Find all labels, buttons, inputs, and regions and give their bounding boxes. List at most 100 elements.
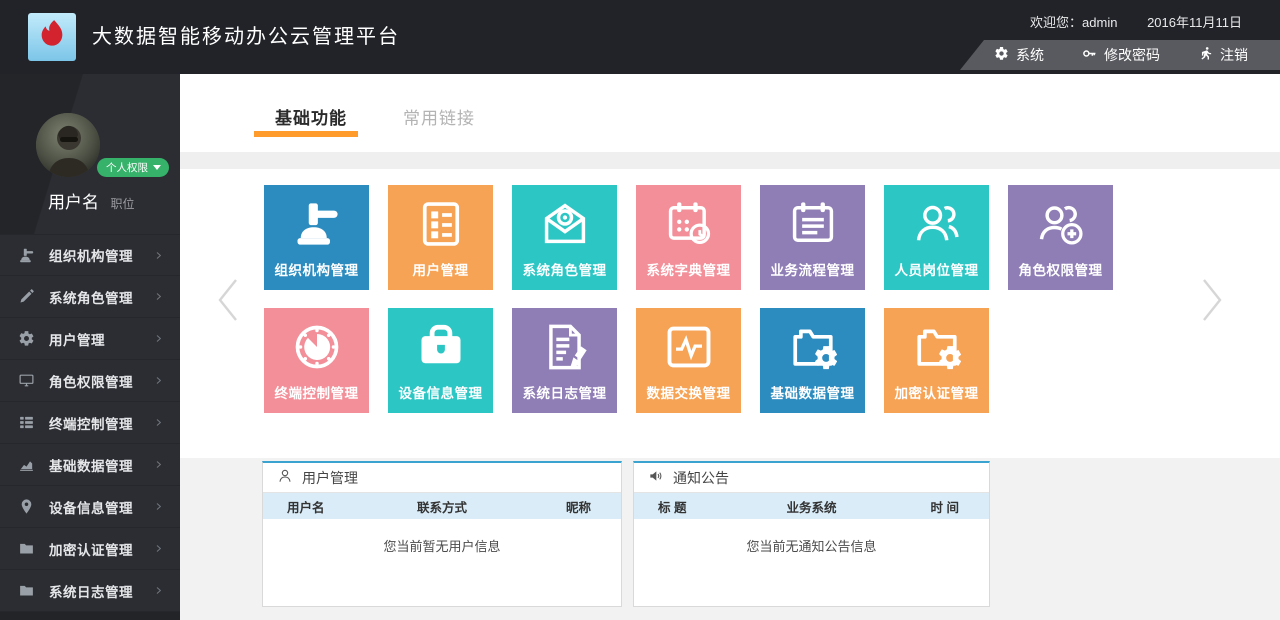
tile-role-permissions[interactable]: 角色权限管理 bbox=[1008, 185, 1113, 290]
sidebar-item-terminal-control[interactable]: 终端控制管理 bbox=[0, 402, 180, 444]
key-icon bbox=[1082, 46, 1097, 64]
welcome-text: 欢迎您：admin bbox=[1030, 15, 1117, 30]
tile-system-dictionary[interactable]: 系统字典管理 bbox=[636, 185, 741, 290]
sidebar-item-label: 系统日志管理 bbox=[49, 581, 154, 601]
flame-logo-icon bbox=[35, 18, 69, 57]
pin-icon bbox=[18, 498, 38, 516]
tab-bar: 基础功能 常用链接 bbox=[180, 74, 1280, 152]
tile-system-logs[interactable]: 系统日志管理 bbox=[512, 308, 617, 413]
briefcase-icon bbox=[388, 318, 493, 376]
sidebar-menu: 组织机构管理 系统角色管理 用户管理 角色权限管理 终端控制管理 bbox=[0, 234, 180, 612]
logout-label: 注销 bbox=[1220, 45, 1248, 65]
system-button[interactable]: 系统 bbox=[994, 45, 1044, 65]
chart-icon bbox=[18, 456, 38, 474]
bottom-panels-band: 用户管理 用户名 联系方式 昵称 您当前暂无用户信息 通知公告 标 题 业务系统… bbox=[180, 458, 1280, 620]
grid-icon bbox=[18, 414, 38, 432]
tiles-row-1: 组织机构管理 用户管理 系统角色管理 系统字典管理 业务流程管理 人员岗位管理 bbox=[264, 185, 1113, 290]
header-bar: 大数据智能移动办公云管理平台 欢迎您：admin 2016年11月11日 系统 … bbox=[0, 0, 1280, 74]
personal-permission-dropdown[interactable]: 个人权限 bbox=[97, 158, 169, 177]
column-username: 用户名 bbox=[277, 497, 376, 516]
sidebar-item-base-data[interactable]: 基础数据管理 bbox=[0, 444, 180, 486]
tile-org-management[interactable]: 组织机构管理 bbox=[264, 185, 369, 290]
sidebar-item-user-management[interactable]: 用户管理 bbox=[0, 318, 180, 360]
app-logo bbox=[28, 13, 76, 61]
chevron-right-icon bbox=[154, 459, 163, 470]
tab-basic-functions[interactable]: 基础功能 bbox=[275, 104, 347, 129]
column-business-system: 业务系统 bbox=[746, 497, 877, 516]
tile-encryption-auth[interactable]: 加密认证管理 bbox=[884, 308, 989, 413]
gear-icon bbox=[18, 330, 38, 348]
tile-label: 人员岗位管理 bbox=[884, 259, 989, 279]
notices-table-header: 标 题 业务系统 时 间 bbox=[634, 493, 989, 519]
active-tab-underline bbox=[254, 131, 358, 137]
sidebar-item-system-logs[interactable]: 系统日志管理 bbox=[0, 570, 180, 612]
doc-pen-icon bbox=[512, 318, 617, 376]
sidebar-item-device-info[interactable]: 设备信息管理 bbox=[0, 486, 180, 528]
tile-label: 终端控制管理 bbox=[264, 382, 369, 402]
tile-terminal-control[interactable]: 终端控制管理 bbox=[264, 308, 369, 413]
folder-icon bbox=[18, 540, 38, 558]
column-time: 时 间 bbox=[877, 497, 975, 516]
sidebar-item-role-permissions[interactable]: 角色权限管理 bbox=[0, 360, 180, 402]
people-plus-icon bbox=[1008, 195, 1113, 253]
gear-icon bbox=[994, 46, 1009, 64]
tile-label: 基础数据管理 bbox=[760, 382, 865, 402]
sidebar: 个人权限 用户名 职位 组织机构管理 系统角色管理 用户管理 bbox=[0, 74, 180, 620]
checklist-icon bbox=[388, 195, 493, 253]
app-title: 大数据智能移动办公云管理平台 bbox=[92, 0, 400, 74]
sidebar-item-org-management[interactable]: 组织机构管理 bbox=[0, 234, 180, 276]
tile-business-process[interactable]: 业务流程管理 bbox=[760, 185, 865, 290]
welcome-line: 欢迎您：admin 2016年11月11日 bbox=[1030, 12, 1242, 31]
tile-data-exchange[interactable]: 数据交换管理 bbox=[636, 308, 741, 413]
change-password-label: 修改密码 bbox=[1104, 45, 1160, 65]
tile-system-roles[interactable]: 系统角色管理 bbox=[512, 185, 617, 290]
notices-empty-message: 您当前无通知公告信息 bbox=[634, 536, 989, 555]
tab-common-links[interactable]: 常用链接 bbox=[403, 104, 475, 129]
tile-label: 设备信息管理 bbox=[388, 382, 493, 402]
carousel-left-arrow[interactable] bbox=[216, 278, 240, 322]
avatar bbox=[36, 113, 100, 177]
monitor-icon bbox=[18, 372, 38, 390]
calendar-clock-icon bbox=[636, 195, 741, 253]
sidebar-item-label: 加密认证管理 bbox=[49, 539, 154, 559]
users-panel-header: 用户管理 bbox=[263, 463, 621, 493]
folder-icon bbox=[18, 582, 38, 600]
tile-label: 加密认证管理 bbox=[884, 382, 989, 402]
notices-panel: 通知公告 标 题 业务系统 时 间 您当前无通知公告信息 bbox=[633, 461, 990, 607]
sidebar-item-encryption-auth[interactable]: 加密认证管理 bbox=[0, 528, 180, 570]
tile-label: 用户管理 bbox=[388, 259, 493, 279]
notices-panel-header: 通知公告 bbox=[634, 463, 989, 493]
tile-device-info[interactable]: 设备信息管理 bbox=[388, 308, 493, 413]
logout-button[interactable]: 注销 bbox=[1198, 45, 1248, 65]
gavel-icon bbox=[18, 246, 38, 264]
caret-down-icon bbox=[153, 165, 161, 170]
chevron-right-icon bbox=[154, 250, 163, 261]
sidebar-item-label: 基础数据管理 bbox=[49, 455, 154, 475]
tile-label: 系统日志管理 bbox=[512, 382, 617, 402]
users-empty-message: 您当前暂无用户信息 bbox=[263, 536, 621, 555]
main-content: 基础功能 常用链接 组织机构管理 用户管理 系统角色管理 bbox=[180, 74, 1280, 620]
change-password-button[interactable]: 修改密码 bbox=[1082, 45, 1160, 65]
tiles-row-2: 终端控制管理 设备信息管理 系统日志管理 数据交换管理 基础数据管理 加密认证管… bbox=[264, 308, 989, 413]
sidebar-item-label: 组织机构管理 bbox=[49, 245, 154, 265]
folder-gear-icon bbox=[760, 318, 865, 376]
users-panel-title: 用户管理 bbox=[302, 468, 358, 488]
user-line: 用户名 职位 bbox=[48, 188, 134, 213]
tile-label: 数据交换管理 bbox=[636, 382, 741, 402]
people-icon bbox=[884, 195, 989, 253]
carousel-right-arrow[interactable] bbox=[1200, 278, 1224, 322]
tile-label: 业务流程管理 bbox=[760, 259, 865, 279]
mail-at-icon bbox=[512, 195, 617, 253]
tile-personnel-posts[interactable]: 人员岗位管理 bbox=[884, 185, 989, 290]
column-nickname: 昵称 bbox=[508, 497, 607, 516]
tile-user-management[interactable]: 用户管理 bbox=[388, 185, 493, 290]
monitor-wave-icon bbox=[636, 318, 741, 376]
sidebar-item-system-roles[interactable]: 系统角色管理 bbox=[0, 276, 180, 318]
sidebar-item-label: 设备信息管理 bbox=[49, 497, 154, 517]
users-table-header: 用户名 联系方式 昵称 bbox=[263, 493, 621, 519]
tile-label: 角色权限管理 bbox=[1008, 259, 1113, 279]
profile-section: 个人权限 用户名 职位 bbox=[0, 74, 180, 234]
tile-base-data[interactable]: 基础数据管理 bbox=[760, 308, 865, 413]
avatar-photo bbox=[36, 113, 100, 177]
logout-runner-icon bbox=[1198, 46, 1213, 64]
